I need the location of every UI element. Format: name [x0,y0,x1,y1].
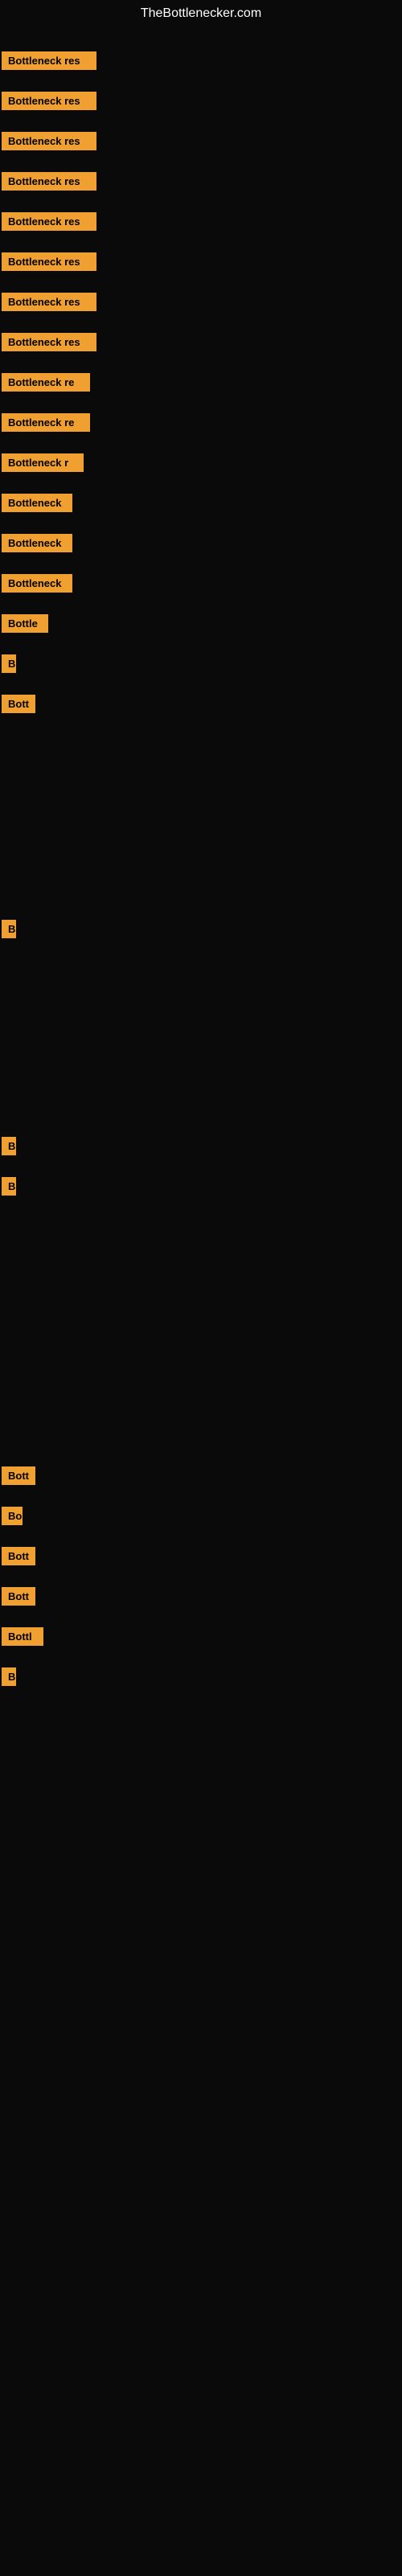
bottleneck-button-22[interactable]: Bo [2,1507,23,1525]
bottleneck-button-6[interactable]: Bottleneck res [2,252,96,271]
bottleneck-button-1[interactable]: Bottleneck res [2,51,96,70]
bottleneck-button-19[interactable]: B [2,1137,16,1155]
bottleneck-button-15[interactable]: Bottle [2,614,48,633]
bottleneck-button-17[interactable]: Bott [2,695,35,713]
bottleneck-button-11[interactable]: Bottleneck r [2,453,84,472]
bottleneck-button-26[interactable]: B [2,1667,16,1686]
bottleneck-button-4[interactable]: Bottleneck res [2,172,96,191]
bottleneck-button-23[interactable]: Bott [2,1547,35,1565]
bottleneck-button-9[interactable]: Bottleneck re [2,373,90,392]
bottleneck-button-21[interactable]: Bott [2,1466,35,1485]
bottleneck-button-16[interactable]: B [2,654,16,673]
bottleneck-button-18[interactable]: B [2,920,16,938]
bottleneck-button-20[interactable]: B [2,1177,16,1196]
site-title: TheBottlenecker.com [0,0,402,27]
bottleneck-button-8[interactable]: Bottleneck res [2,333,96,351]
bottleneck-button-24[interactable]: Bott [2,1587,35,1606]
bottleneck-button-2[interactable]: Bottleneck res [2,92,96,110]
bottleneck-button-14[interactable]: Bottleneck [2,574,72,593]
bottleneck-button-25[interactable]: Bottl [2,1627,43,1646]
bottleneck-button-10[interactable]: Bottleneck re [2,413,90,432]
bottleneck-button-12[interactable]: Bottleneck [2,494,72,512]
bottleneck-button-3[interactable]: Bottleneck res [2,132,96,150]
bottleneck-button-7[interactable]: Bottleneck res [2,293,96,311]
bottleneck-button-5[interactable]: Bottleneck res [2,212,96,231]
bottleneck-button-13[interactable]: Bottleneck [2,534,72,552]
